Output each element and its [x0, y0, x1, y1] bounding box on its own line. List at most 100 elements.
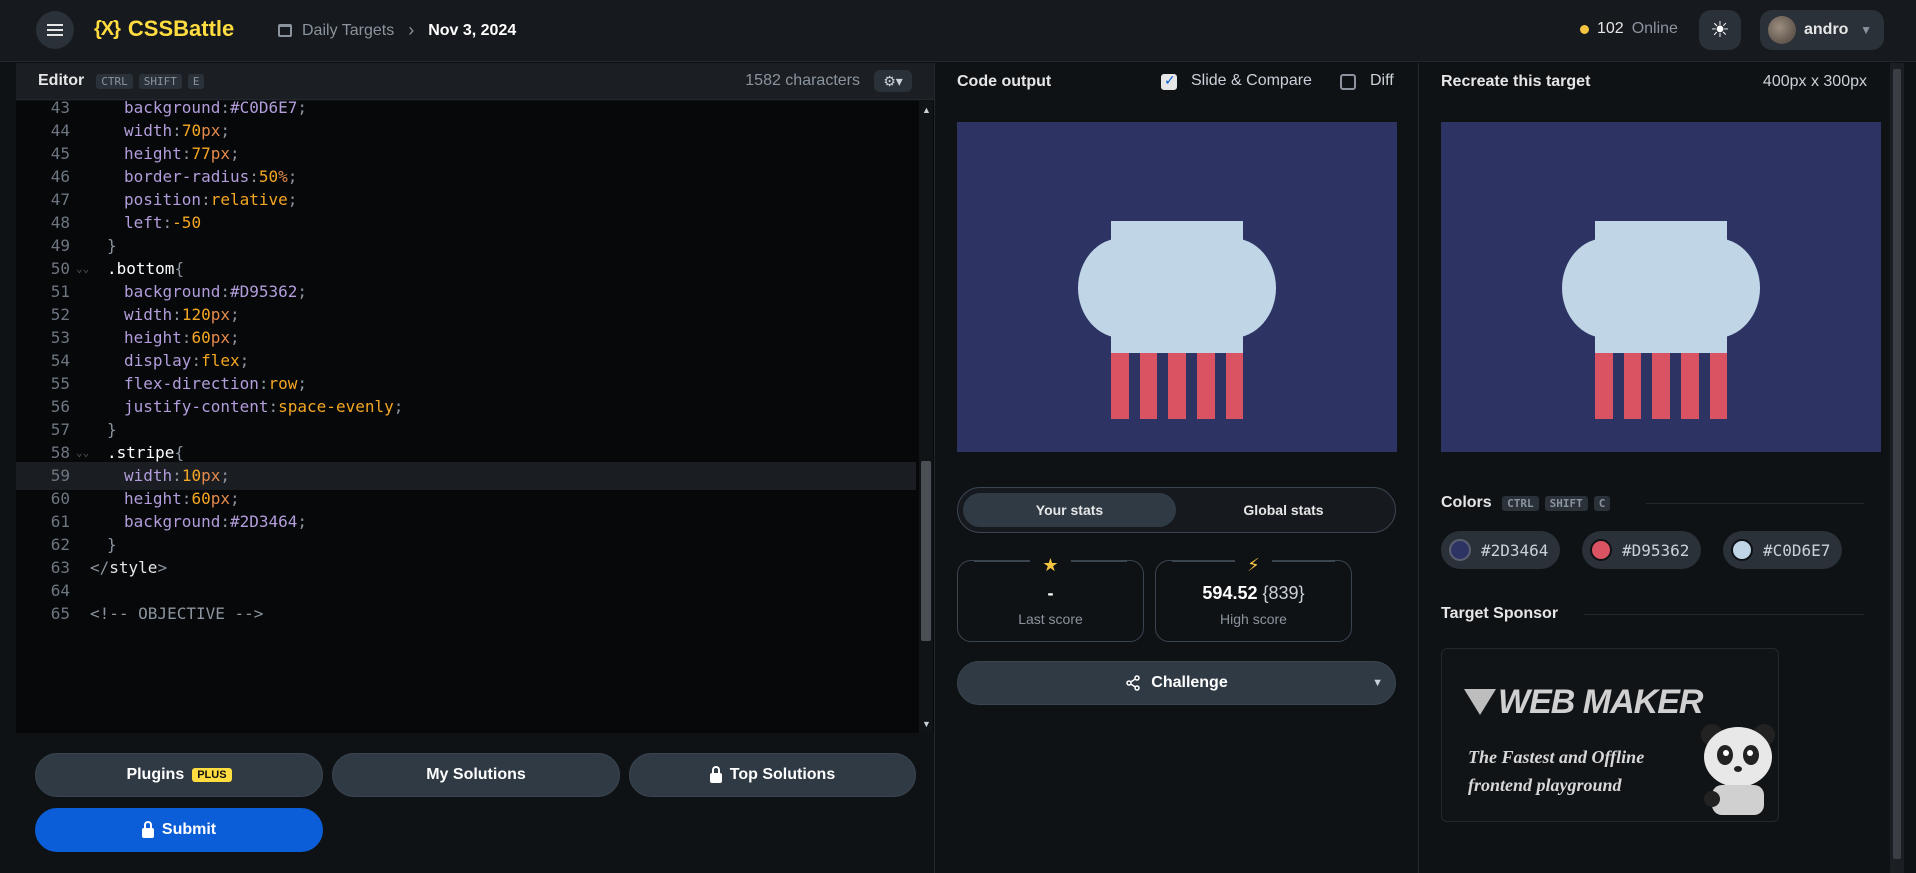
online-dot-icon	[1580, 24, 1589, 34]
menu-button[interactable]	[36, 11, 74, 49]
slide-compare-label[interactable]: Slide & Compare	[1191, 72, 1312, 90]
code-token: %	[278, 167, 288, 186]
editor-scrollbar[interactable]: ▲ ▼	[919, 101, 933, 733]
app-name: CSSBattle	[127, 16, 235, 41]
code-token: background	[124, 512, 221, 531]
code-token: 60	[191, 489, 211, 508]
editor-settings-button[interactable]: ⚙▾	[874, 70, 912, 92]
sponsor-title: Target Sponsor	[1441, 605, 1559, 622]
code-token: ;	[229, 305, 240, 324]
color-dot	[1449, 539, 1471, 561]
divider	[1418, 63, 1419, 873]
theme-toggle-button[interactable]: ☀	[1699, 10, 1741, 50]
code-token: 70	[181, 121, 202, 140]
sponsor-tagline-line: frontend playground	[1468, 775, 1622, 795]
code-token: position	[124, 190, 202, 209]
sponsor-name: WEB MAKER	[1498, 683, 1703, 721]
code-token: :	[220, 282, 230, 301]
scrollbar-thumb[interactable]	[1893, 69, 1901, 859]
diff-checkbox[interactable]	[1340, 74, 1356, 90]
character-count: 1582 characters	[745, 72, 860, 89]
code-token: width	[124, 121, 173, 140]
lock-icon	[141, 821, 154, 838]
calendar-icon	[278, 24, 292, 37]
colors-label: Colors	[1441, 494, 1492, 511]
sponsor-logo: WEB MAKER	[1464, 683, 1703, 722]
code-token: ;	[297, 101, 308, 117]
code-token: ;	[239, 351, 250, 370]
code-token: display	[124, 351, 192, 370]
chevron-right-icon: ›	[408, 20, 415, 40]
high-score-number: 594.52	[1202, 583, 1258, 603]
code-token: 77	[191, 144, 211, 163]
page-scrollbar[interactable]	[1890, 63, 1904, 873]
high-score-chars: {839}	[1262, 583, 1305, 603]
code-token: ;	[297, 374, 308, 393]
code-token: relative	[210, 190, 288, 209]
submit-button[interactable]: Submit	[35, 808, 323, 852]
submit-label: Submit	[161, 821, 217, 838]
code-token: :	[220, 101, 230, 117]
code-token: ;	[220, 121, 230, 140]
code-token: }	[107, 420, 117, 439]
diff-label[interactable]: Diff	[1370, 72, 1394, 90]
code-token: #2D3464	[229, 512, 298, 531]
code-token: ;	[297, 282, 308, 301]
kbd-key: CTRL	[96, 74, 133, 89]
high-score-value: 594.52 {839}	[1156, 583, 1351, 604]
sponsor-tagline-line: The Fastest and Offline	[1468, 747, 1645, 767]
scroll-down-icon[interactable]: ▼	[922, 719, 931, 729]
color-swatch[interactable]: #D95362	[1582, 531, 1702, 569]
online-count: 102	[1597, 20, 1624, 37]
share-icon	[1126, 675, 1141, 691]
code-token: space-evenly	[278, 397, 394, 416]
my-solutions-button[interactable]: My Solutions	[332, 753, 620, 797]
sponsor-card[interactable]: WEB MAKER The Fastest and Offline fronte…	[1441, 648, 1779, 822]
code-token: ;	[287, 190, 298, 209]
code-token: :	[181, 328, 192, 347]
code-line[interactable]: 65 <!-- OBJECTIVE -->	[16, 600, 916, 628]
target-header: Recreate this target 400px x 300px	[1419, 63, 1897, 100]
code-token: px	[201, 121, 221, 140]
avatar	[1768, 16, 1796, 44]
slide-compare-checkbox[interactable]	[1161, 72, 1177, 90]
plugins-button[interactable]: Plugins PLUS	[35, 753, 323, 797]
color-swatch[interactable]: #C0D6E7	[1723, 531, 1843, 569]
sponsor-tagline: The Fastest and Offline frontend playgro…	[1468, 743, 1644, 799]
caret-down-icon[interactable]: ▼	[1372, 677, 1383, 689]
code-token: px	[210, 489, 230, 508]
breadcrumb-section[interactable]: Daily Targets	[302, 22, 394, 40]
code-token: :	[191, 351, 202, 370]
scroll-up-icon[interactable]: ▲	[922, 105, 931, 115]
code-token: }	[107, 236, 117, 255]
code-token: background	[124, 101, 221, 117]
target-canvas[interactable]	[1441, 122, 1881, 452]
code-token: :	[181, 489, 192, 508]
code-token: :	[172, 121, 182, 140]
user-menu-button[interactable]: andro ▼	[1760, 10, 1884, 50]
code-token: <!-- OBJECTIVE -->	[90, 604, 264, 623]
code-token: flex	[201, 351, 240, 370]
code-token: justify-content	[124, 397, 269, 416]
code-editor[interactable]: 43 background:#C0D6E7; 44 width:70px; 45 heig…	[16, 101, 934, 733]
breadcrumb: Daily Targets › Nov 3, 2024	[278, 20, 516, 41]
editor-header: Editor CTRL SHIFT E 1582 characters ⚙▾	[16, 63, 934, 100]
code-token: row	[268, 374, 298, 393]
tab-your-stats[interactable]: Your stats	[963, 493, 1176, 527]
line-number: 65	[50, 604, 70, 623]
code-output-canvas[interactable]	[957, 122, 1397, 452]
color-hex: #D95362	[1622, 540, 1690, 560]
section-rule	[1646, 503, 1864, 504]
top-solutions-button[interactable]: Top Solutions	[629, 753, 916, 797]
code-token: }	[107, 535, 117, 554]
challenge-button[interactable]: Challenge ▼	[957, 661, 1396, 705]
username: andro	[1804, 21, 1849, 38]
scrollbar-thumb[interactable]	[921, 461, 931, 641]
color-dot	[1731, 539, 1753, 561]
code-token: ;	[287, 167, 298, 186]
color-swatch[interactable]: #2D3464	[1441, 531, 1561, 569]
sponsor-logo-icon	[1464, 689, 1496, 715]
logo[interactable]: {X} CSSBattle	[94, 16, 234, 42]
code-token: px	[201, 466, 221, 485]
tab-global-stats[interactable]: Global stats	[1177, 493, 1390, 527]
